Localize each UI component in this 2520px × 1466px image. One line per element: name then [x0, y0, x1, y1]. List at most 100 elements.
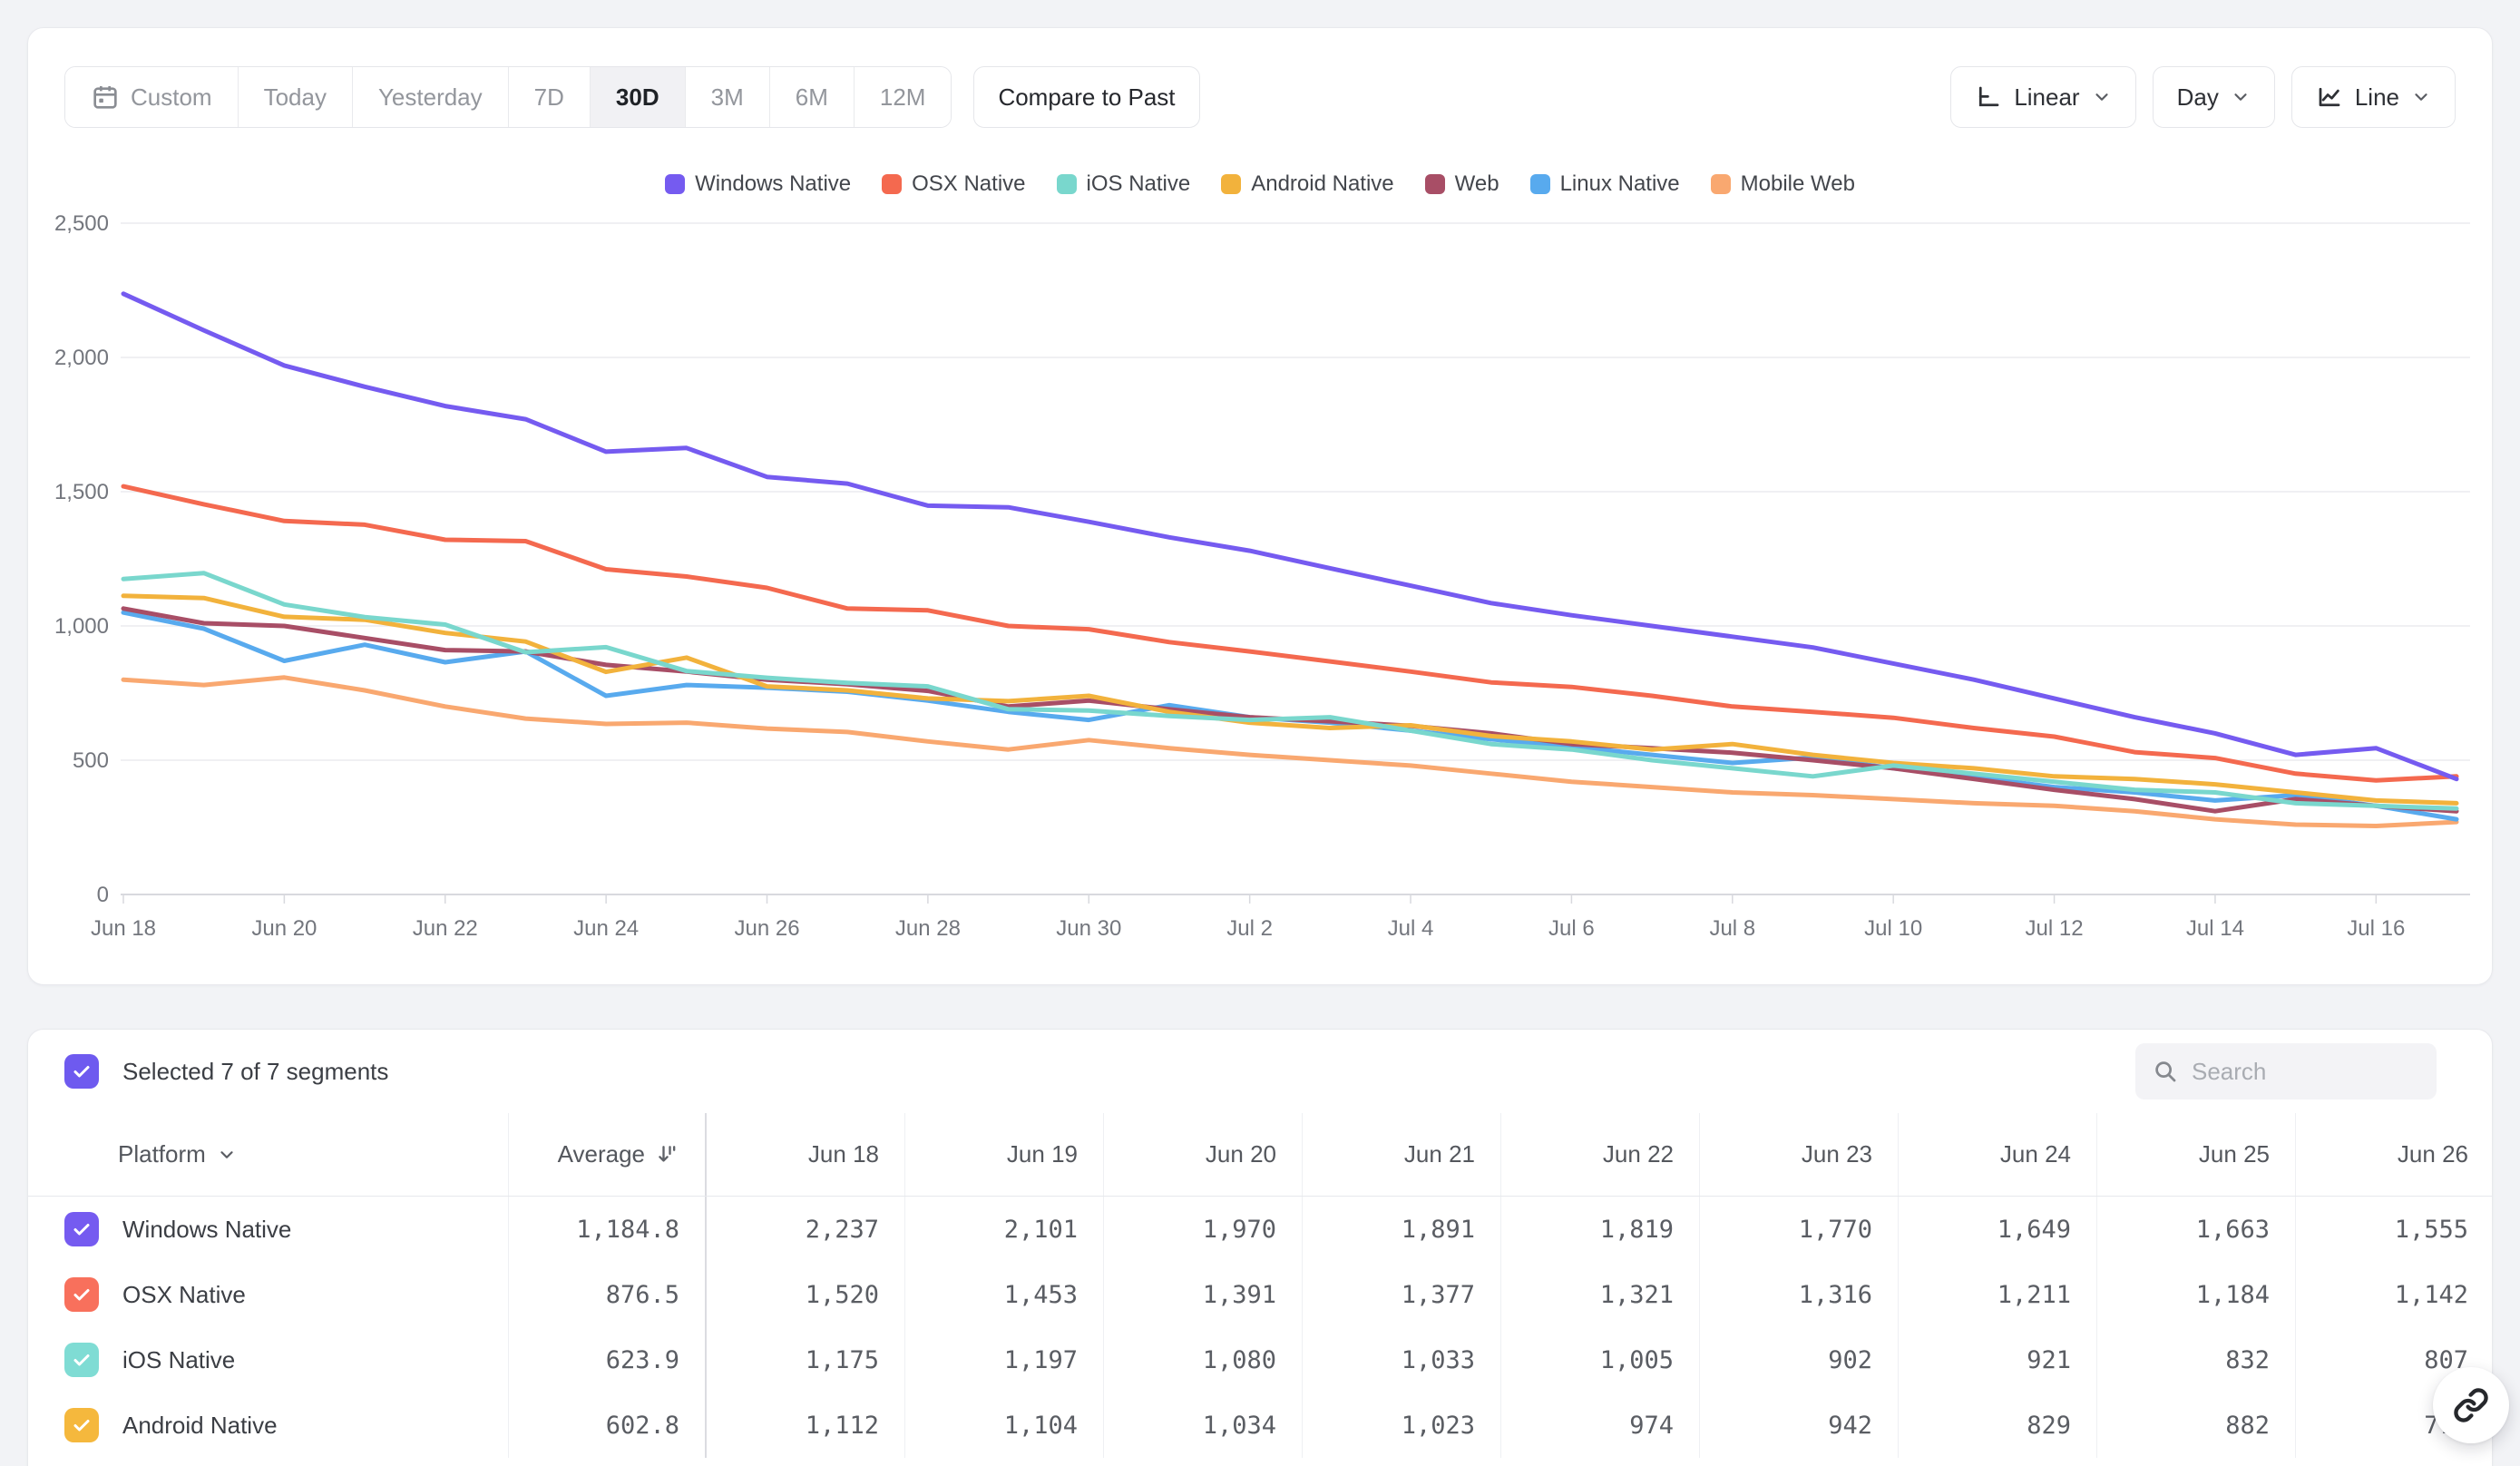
legend-label: Android Native — [1251, 171, 1393, 197]
check-icon — [71, 1414, 93, 1436]
x-axis-label: Jun 26 — [734, 916, 799, 941]
series-line — [123, 573, 2457, 809]
check-icon — [71, 1218, 93, 1240]
search-icon — [2152, 1058, 2179, 1085]
legend-label: iOS Native — [1087, 171, 1191, 197]
chart-type-dropdown[interactable]: Line — [2291, 66, 2456, 128]
search-input[interactable] — [2192, 1058, 2420, 1086]
link-icon — [2453, 1387, 2489, 1423]
range-7d-button[interactable]: 7D — [508, 67, 590, 127]
usage-line-chart[interactable]: 05001,0001,5002,0002,500Jun 18Jun 20Jun … — [28, 210, 2493, 972]
segments-panel-header: Selected 7 of 7 segments — [28, 1030, 2492, 1113]
column-header-average[interactable]: Average — [509, 1113, 707, 1196]
x-axis-label: Jun 18 — [91, 916, 156, 941]
legend-label: Linux Native — [1560, 171, 1680, 197]
cell-value: 1,104 — [905, 1393, 1104, 1458]
compare-to-past-button[interactable]: Compare to Past — [973, 66, 1199, 128]
line-chart-icon — [2316, 83, 2343, 111]
cell-value: 1,112 — [707, 1393, 905, 1458]
chevron-down-icon — [2231, 87, 2251, 107]
chart-toolbar: CustomTodayYesterday7D30D3M6M12M Compare… — [64, 66, 2456, 128]
x-axis-label: Jun 20 — [251, 916, 317, 941]
row-checkbox[interactable] — [64, 1343, 99, 1377]
check-icon — [71, 1284, 93, 1305]
share-link-button[interactable] — [2433, 1367, 2509, 1443]
y-axis-label: 0 — [97, 883, 109, 907]
cell-value: 829 — [1899, 1393, 2097, 1458]
column-header-jun-26[interactable]: Jun 26 — [2296, 1113, 2493, 1196]
legend-item-mobile-web[interactable]: Mobile Web — [1711, 171, 1855, 197]
legend-item-android-native[interactable]: Android Native — [1221, 171, 1393, 197]
legend-item-web[interactable]: Web — [1425, 171, 1499, 197]
cell-value: 832 — [2097, 1327, 2296, 1393]
chart-controls: Linear Day Line — [1950, 66, 2456, 128]
range-3m-button[interactable]: 3M — [685, 67, 769, 127]
row-checkbox[interactable] — [64, 1277, 99, 1312]
column-header-jun-19[interactable]: Jun 19 — [905, 1113, 1104, 1196]
chevron-down-icon — [2411, 87, 2431, 107]
cell-value: 1,555 — [2296, 1197, 2493, 1262]
column-header-jun-22[interactable]: Jun 22 — [1501, 1113, 1700, 1196]
legend-item-linux-native[interactable]: Linux Native — [1530, 171, 1680, 197]
platform-cell: iOS Native — [28, 1327, 509, 1393]
column-header-jun-18[interactable]: Jun 18 — [707, 1113, 905, 1196]
select-all-checkbox[interactable] — [64, 1054, 99, 1089]
segment-search[interactable] — [2135, 1043, 2437, 1100]
range-12m-button[interactable]: 12M — [854, 67, 952, 127]
legend-label: OSX Native — [912, 171, 1025, 197]
axis-linear-icon — [1975, 83, 2002, 111]
table-row-ios-native: iOS Native623.91,1751,1971,0801,0331,005… — [28, 1327, 2493, 1393]
x-axis-label: Jul 16 — [2347, 916, 2405, 941]
cell-value: 1,197 — [905, 1327, 1104, 1393]
cell-value: 1,034 — [1104, 1393, 1303, 1458]
row-checkbox[interactable] — [64, 1408, 99, 1442]
column-header-jun-20[interactable]: Jun 20 — [1104, 1113, 1303, 1196]
average-value: 1,184.8 — [509, 1197, 707, 1262]
check-icon — [71, 1349, 93, 1371]
analytics-dashboard: CustomTodayYesterday7D30D3M6M12M Compare… — [0, 0, 2520, 1466]
cell-value: 1,005 — [1501, 1327, 1700, 1393]
y-axis-label: 2,000 — [54, 346, 109, 370]
legend-swatch — [1530, 174, 1550, 194]
column-header-jun-25[interactable]: Jun 25 — [2097, 1113, 2296, 1196]
x-axis-label: Jul 14 — [2186, 916, 2244, 941]
y-axis-label: 2,500 — [54, 211, 109, 236]
cell-value: 1,649 — [1899, 1197, 2097, 1262]
column-header-jun-21[interactable]: Jun 21 — [1303, 1113, 1501, 1196]
cell-value: 1,453 — [905, 1262, 1104, 1327]
interval-dropdown[interactable]: Day — [2153, 66, 2275, 128]
platform-name: Windows Native — [122, 1216, 291, 1244]
platform-name: iOS Native — [122, 1346, 235, 1374]
legend-item-ios-native[interactable]: iOS Native — [1057, 171, 1191, 197]
range-custom-button[interactable]: Custom — [65, 67, 238, 127]
legend-label: Mobile Web — [1741, 171, 1855, 197]
chevron-down-icon — [217, 1145, 237, 1165]
legend-item-osx-native[interactable]: OSX Native — [882, 171, 1025, 197]
column-header-jun-23[interactable]: Jun 23 — [1700, 1113, 1899, 1196]
segments-card: Selected 7 of 7 segments PlatformAverage… — [27, 1029, 2493, 1466]
chart-legend: Windows Native OSX Native iOS Native Androi… — [28, 171, 2492, 197]
cell-value: 942 — [1700, 1393, 1899, 1458]
platform-name: OSX Native — [122, 1281, 246, 1309]
range-30d-button[interactable]: 30D — [590, 67, 685, 127]
cell-value: 1,175 — [707, 1327, 905, 1393]
cell-value: 2,101 — [905, 1197, 1104, 1262]
average-value: 623.9 — [509, 1327, 707, 1393]
x-axis-label: Jul 12 — [2026, 916, 2084, 941]
cell-value: 1,316 — [1700, 1262, 1899, 1327]
cell-value: 1,142 — [2296, 1262, 2493, 1327]
cell-value: 1,184 — [2097, 1262, 2296, 1327]
cell-value: 1,211 — [1899, 1262, 2097, 1327]
range-6m-button[interactable]: 6M — [769, 67, 854, 127]
row-checkbox[interactable] — [64, 1212, 99, 1246]
scale-dropdown[interactable]: Linear — [1950, 66, 2135, 128]
range-yesterday-button[interactable]: Yesterday — [352, 67, 508, 127]
platform-cell: Windows Native — [28, 1197, 509, 1262]
series-line — [123, 596, 2457, 804]
average-value: 602.8 — [509, 1393, 707, 1458]
column-header-platform[interactable]: Platform — [28, 1113, 509, 1196]
legend-item-windows-native[interactable]: Windows Native — [665, 171, 851, 197]
range-today-button[interactable]: Today — [238, 67, 352, 127]
column-header-jun-24[interactable]: Jun 24 — [1899, 1113, 2097, 1196]
average-value: 876.5 — [509, 1262, 707, 1327]
